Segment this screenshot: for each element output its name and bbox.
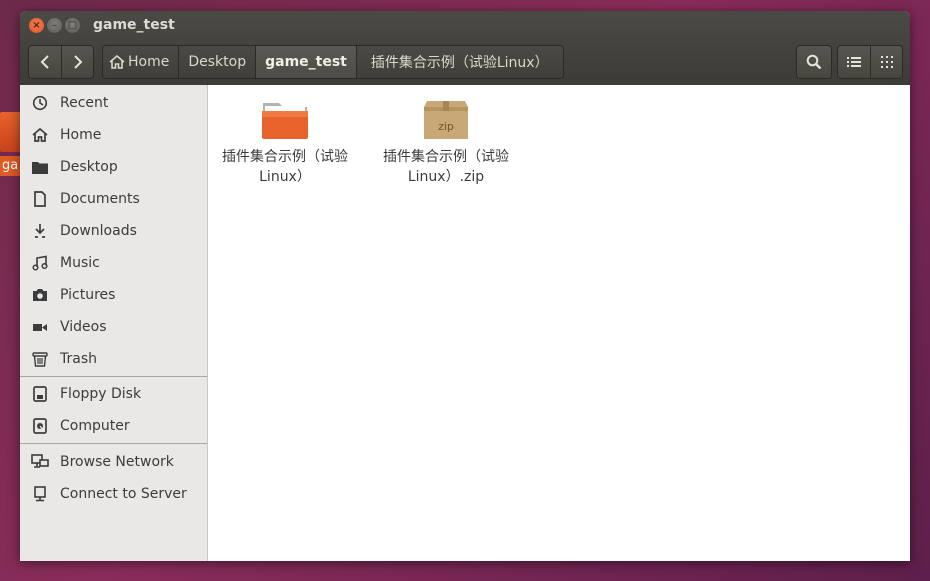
file-item-zip[interactable]: zip 插件集合示例（试验 Linux）.zip [374,97,518,187]
zip-archive-icon: zip [421,97,471,141]
file-item-folder[interactable]: 插件集合示例（试验 Linux） [213,97,357,187]
sidebar-item-home[interactable]: Home [20,119,207,151]
download-icon [31,222,49,240]
sidebar-item-label: Recent [60,95,109,111]
desktop-folder-icon[interactable] [0,112,22,152]
breadcrumb-home[interactable]: Home [103,46,180,78]
clock-icon [31,94,49,112]
sidebar-item-downloads[interactable]: Downloads [20,215,207,247]
grid-view-icon [880,56,893,68]
header-bar: × – □ game_test Home Desktop game_test 插… [20,11,910,85]
navigation-buttons [28,45,94,79]
sidebar-item-videos[interactable]: Videos [20,311,207,343]
sidebar-item-label: Home [60,127,102,143]
sidebar-item-label: Videos [60,319,107,335]
sidebar-item-trash[interactable]: Trash [20,343,207,375]
breadcrumb: Home Desktop game_test 插件集合示例（试验Linux） [102,45,564,79]
sidebar-item-connect-to-server[interactable]: Connect to Server [20,478,207,510]
search-icon [806,54,822,70]
close-button[interactable]: × [29,18,44,33]
camera-icon [31,286,49,304]
computer-icon [31,417,49,435]
search-button[interactable] [796,45,832,79]
file-name-line1: 插件集合示例（试验 [222,149,348,165]
sidebar-item-label: Downloads [60,223,137,239]
sidebar-item-browse-network[interactable]: Browse Network [20,446,207,478]
music-icon [31,254,49,272]
breadcrumb-home-label: Home [128,54,170,70]
network-icon [31,453,49,471]
maximize-button[interactable]: □ [65,18,80,33]
list-view-icon [847,57,861,67]
sidebar-item-label: Desktop [60,159,118,175]
folder-icon [31,158,49,176]
breadcrumb-desktop[interactable]: Desktop [179,46,257,78]
breadcrumb-plugin-folder[interactable]: 插件集合示例（试验Linux） [357,46,563,78]
sidebar-item-floppy-disk[interactable]: Floppy Disk [20,378,207,410]
sidebar-item-label: Floppy Disk [60,386,142,402]
document-icon [31,190,49,208]
home-icon [31,126,49,144]
home-icon [109,55,125,69]
sidebar-item-documents[interactable]: Documents [20,183,207,215]
trash-icon [31,350,49,368]
sidebar-item-label: Computer [60,418,130,434]
chevron-left-icon [40,55,49,69]
breadcrumb-game-test[interactable]: game_test [256,46,357,78]
file-manager-window: × – □ game_test Home Desktop game_test 插… [20,11,910,561]
sidebar-item-recent[interactable]: Recent [20,87,207,119]
sidebar-item-computer[interactable]: Computer [20,410,207,442]
sidebar-divider [20,376,207,377]
server-icon [31,485,49,503]
zip-badge: zip [438,120,454,133]
list-view-button[interactable] [838,46,870,78]
sidebar-item-label: Connect to Server [60,486,187,502]
window-title: game_test [93,17,175,33]
sidebar-item-desktop[interactable]: Desktop [20,151,207,183]
sidebar-item-label: Documents [60,191,140,207]
grid-view-button[interactable] [870,46,902,78]
view-toggle [837,45,903,79]
file-view[interactable]: 插件集合示例（试验 Linux） zip 插件集合示例（试验 Linux）.zi… [208,85,910,561]
minimize-button[interactable]: – [47,18,62,33]
sidebar: Recent Home Desktop Documents Downloads … [20,85,208,561]
file-name-line1: 插件集合示例（试验 [383,149,509,165]
forward-button[interactable] [61,46,93,78]
video-icon [31,318,49,336]
sidebar-item-label: Browse Network [60,454,174,470]
chevron-right-icon [73,55,82,69]
sidebar-item-pictures[interactable]: Pictures [20,279,207,311]
window-controls: × – □ [29,18,80,33]
sidebar-item-label: Trash [60,351,97,367]
sidebar-divider [20,443,207,444]
floppy-icon [31,385,49,403]
file-name-line2: Linux）.zip [407,169,485,185]
folder-icon [260,97,310,141]
file-name-line2: Linux） [259,169,311,185]
back-button[interactable] [29,46,61,78]
sidebar-item-label: Pictures [60,287,116,303]
desktop-folder-label[interactable]: ga [0,156,22,176]
sidebar-item-music[interactable]: Music [20,247,207,279]
window-body: Recent Home Desktop Documents Downloads … [20,85,910,561]
sidebar-item-label: Music [60,255,100,271]
